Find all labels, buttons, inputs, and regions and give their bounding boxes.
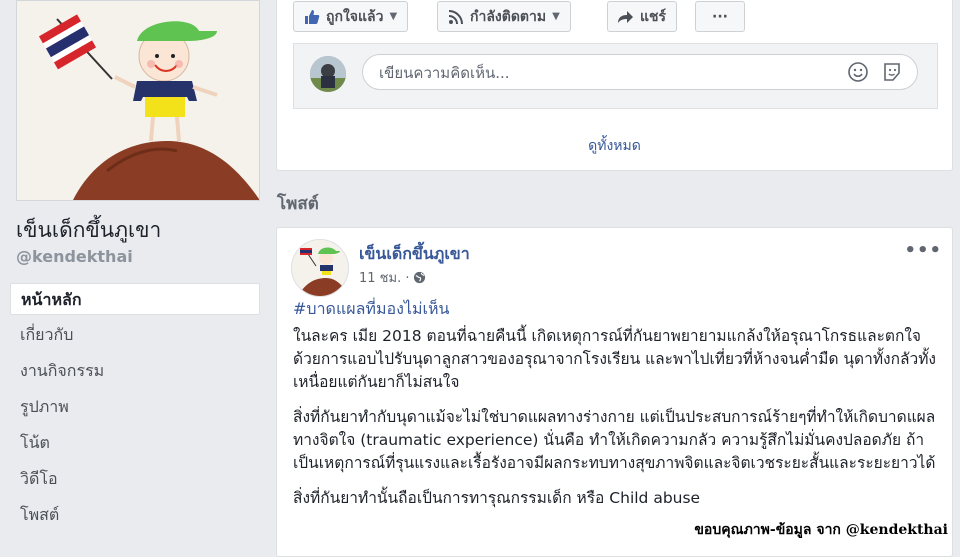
rss-icon	[448, 9, 463, 24]
emoji-icon[interactable]	[847, 61, 869, 83]
share-button[interactable]: แชร์	[607, 1, 678, 32]
nav-item-videos[interactable]: วิดีโอ	[10, 463, 260, 495]
nav-item-home[interactable]: หน้าหลัก	[10, 283, 260, 315]
following-button-label: กำลังติดตาม	[470, 8, 547, 25]
comment-input-box[interactable]	[362, 54, 918, 91]
nav-item-posts[interactable]: โพสต์	[10, 499, 260, 531]
page-handle[interactable]: @kendekthai	[16, 247, 133, 266]
sticker-icon[interactable]	[881, 61, 903, 83]
profile-picture[interactable]	[16, 0, 260, 201]
previous-post-card: ถูกใจแล้ว ▼ กำลังติดตาม ▼ แชร์ ··· เขียน…	[276, 0, 953, 171]
post-card: เข็นเด็กขึ้นภูเขา 11 ชม. · ••• #บาดแผลที…	[276, 227, 953, 557]
page-navigation: หน้าหลัก เกี่ยวกับ งานกิจกรรม รูปภาพ โน้…	[10, 283, 260, 535]
post-paragraph: สิ่งที่กันยาทำกับนุดาแม้จะไม่ใช่บาดแผลทา…	[293, 408, 936, 472]
nav-item-about[interactable]: เกี่ยวกับ	[10, 319, 260, 351]
post-meta: 11 ชม. ·	[359, 267, 426, 288]
post-author-avatar[interactable]	[291, 239, 349, 297]
credit-watermark: ขอบคุณภาพ-ข้อมูล จาก @kendekthai	[694, 522, 948, 538]
page-avatar-illustration	[292, 240, 348, 296]
comment-composer	[293, 43, 938, 109]
post-hashtag[interactable]: #บาดแผลที่มองไม่เห็น	[293, 297, 450, 322]
post-body: ในละคร เมีย 2018 ตอนที่ฉายคืนนี้ เกิดเหต…	[293, 325, 943, 522]
share-button-label: แชร์	[640, 8, 667, 25]
see-all-link[interactable]: ดูทั้งหมด	[277, 135, 952, 157]
chevron-down-icon: ▼	[552, 11, 560, 22]
nav-item-photos[interactable]: รูปภาพ	[10, 391, 260, 423]
more-options-label: ···	[712, 8, 728, 25]
nav-item-events[interactable]: งานกิจกรรม	[10, 355, 260, 387]
user-avatar[interactable]	[310, 56, 346, 92]
post-timestamp[interactable]: 11 ชม. ·	[359, 267, 409, 288]
comment-input[interactable]	[377, 55, 821, 91]
thumbs-up-icon	[305, 9, 320, 24]
post-paragraph: ในละคร เมีย 2018 ตอนที่ฉายคืนนี้ เกิดเหต…	[293, 327, 936, 391]
post-options-icon[interactable]: •••	[904, 240, 942, 261]
nav-item-notes[interactable]: โน้ต	[10, 427, 260, 459]
following-button[interactable]: กำลังติดตาม ▼	[437, 1, 571, 32]
chevron-down-icon: ▼	[389, 11, 398, 22]
post-paragraph: สิ่งที่กันยาทำนั้นถือเป็นการทารุณกรรมเด็…	[293, 489, 701, 507]
user-photo	[310, 56, 346, 92]
post-author-name[interactable]: เข็นเด็กขึ้นภูเขา	[359, 242, 470, 267]
share-arrow-icon	[618, 10, 633, 23]
cartoon-kid-on-mountain-illustration	[17, 1, 259, 200]
posts-section-header: โพสต์	[277, 194, 319, 214]
globe-icon	[414, 271, 426, 284]
page-name[interactable]: เข็นเด็กขึ้นภูเขา	[16, 214, 161, 247]
liked-button[interactable]: ถูกใจแล้ว ▼	[293, 1, 409, 32]
liked-button-label: ถูกใจแล้ว	[326, 8, 384, 25]
more-options-button[interactable]: ···	[695, 1, 745, 32]
